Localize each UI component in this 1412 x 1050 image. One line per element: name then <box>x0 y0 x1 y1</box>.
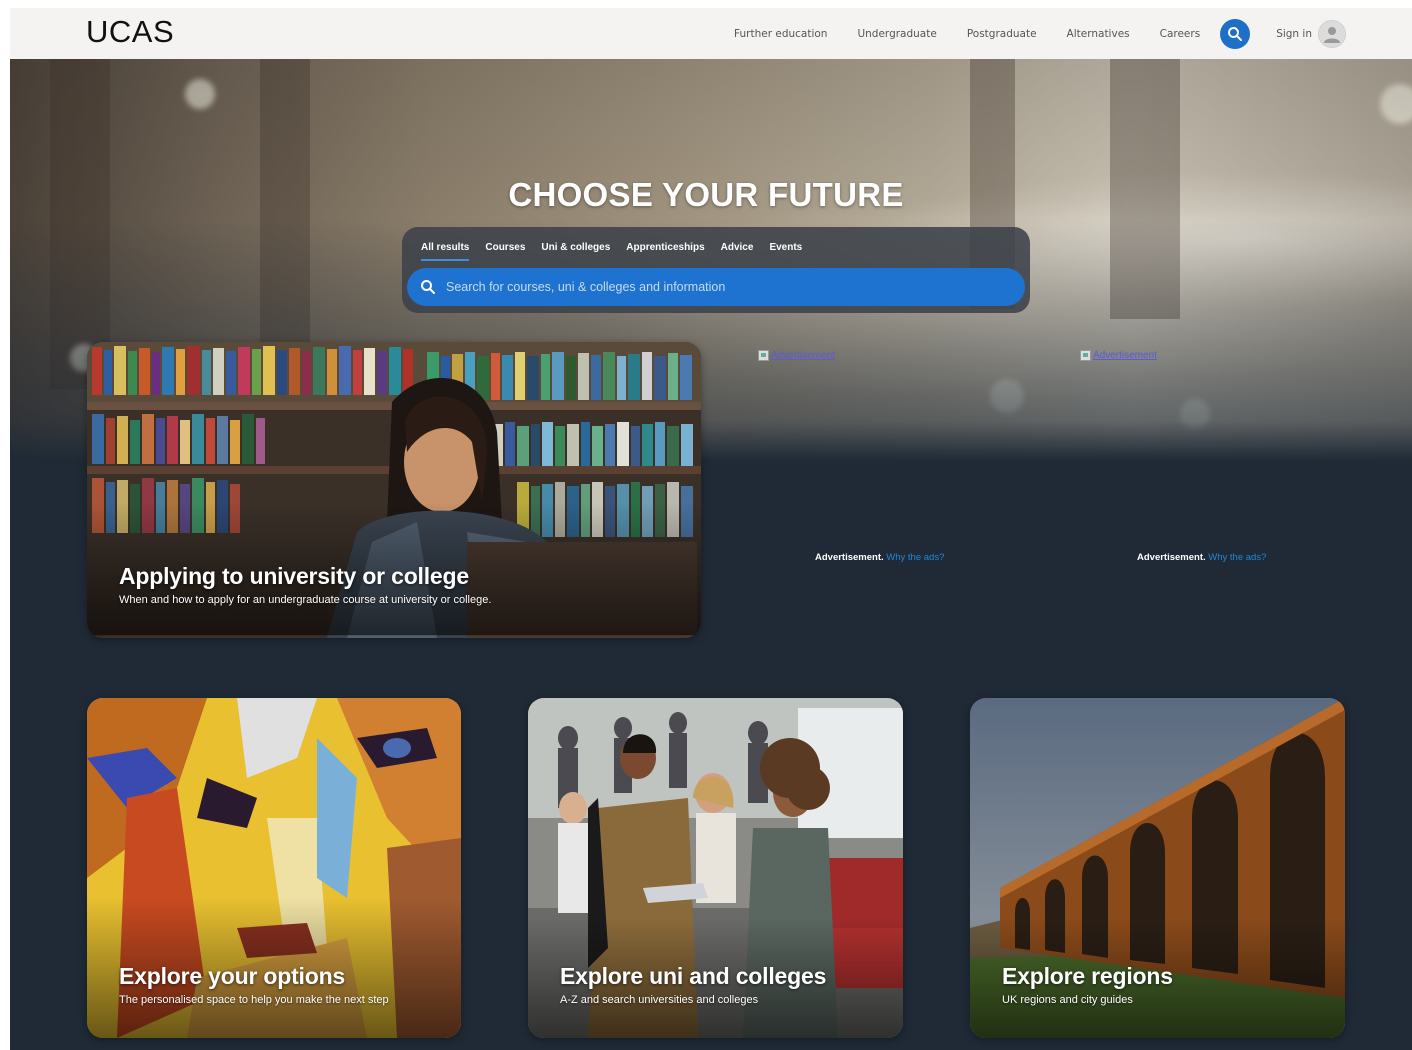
sign-in-label: Sign in <box>1276 27 1312 40</box>
broken-image-icon <box>758 350 769 361</box>
nav-careers[interactable]: Careers <box>1160 28 1201 40</box>
ucas-logo[interactable]: UCAS <box>86 14 174 50</box>
tab-uni-colleges[interactable]: Uni & colleges <box>541 242 610 261</box>
tab-all-results[interactable]: All results <box>421 242 470 261</box>
card-caption: Explore regions UK regions and city guid… <box>1002 963 1325 1006</box>
card-title: Explore your options <box>119 963 346 989</box>
sign-in-button[interactable]: Sign in <box>1276 19 1346 48</box>
card-caption: Applying to university or college When a… <box>119 563 681 606</box>
hero-title: CHOOSE YOUR FUTURE <box>508 176 904 213</box>
card-explore-regions[interactable]: Explore regions UK regions and city guid… <box>970 698 1345 1038</box>
advertisement-image-2[interactable]: Advertisement <box>1080 350 1157 361</box>
tab-apprenticeships[interactable]: Apprenticeships <box>626 242 704 261</box>
card-title: Applying to university or college <box>119 563 469 589</box>
card-subtitle: When and how to apply for an undergradua… <box>119 594 492 606</box>
card-subtitle: UK regions and city guides <box>1002 994 1133 1006</box>
user-avatar-icon <box>1318 19 1346 48</box>
advertisement-image-1[interactable]: Advertisement <box>758 350 835 361</box>
site-header: UCAS Further education Undergraduate Pos… <box>10 8 1412 59</box>
ad-alt-text: Advertisement <box>1093 350 1157 361</box>
nav-further-education[interactable]: Further education <box>734 28 827 40</box>
card-subtitle: A-Z and search universities and colleges <box>560 994 759 1006</box>
search-bar[interactable] <box>407 268 1025 306</box>
broken-image-icon <box>1080 350 1091 361</box>
why-ads-link[interactable]: Why the ads? <box>886 552 944 563</box>
card-caption: Explore your options The personalised sp… <box>119 963 441 1006</box>
card-subtitle: The personalised space to help you make … <box>119 994 389 1006</box>
ad-label-text: Advertisement. <box>1137 552 1206 563</box>
search-icon <box>1228 26 1243 41</box>
ad-label-1: Advertisement. Why the ads? <box>815 552 944 563</box>
card-title: Explore regions <box>1002 963 1173 989</box>
tab-events[interactable]: Events <box>769 242 802 261</box>
nav-alternatives[interactable]: Alternatives <box>1067 28 1130 40</box>
card-explore-unis[interactable]: Explore uni and colleges A-Z and search … <box>528 698 903 1038</box>
main-nav: Further education Undergraduate Postgrad… <box>704 8 1346 59</box>
tab-advice[interactable]: Advice <box>721 242 754 261</box>
search-panel: All results Courses Uni & colleges Appre… <box>402 227 1030 313</box>
card-title: Explore uni and colleges <box>560 963 827 989</box>
ad-label-2: Advertisement. Why the ads? <box>1137 552 1266 563</box>
search-icon <box>420 279 436 295</box>
search-input[interactable] <box>446 280 986 294</box>
card-caption: Explore uni and colleges A-Z and search … <box>560 963 883 1006</box>
ad-label-text: Advertisement. <box>815 552 884 563</box>
tab-courses[interactable]: Courses <box>485 242 525 261</box>
ad-alt-text: Advertisement <box>771 350 835 361</box>
page-frame: UCAS Further education Undergraduate Pos… <box>10 8 1412 1050</box>
header-search-button[interactable] <box>1220 18 1251 49</box>
card-explore-options[interactable]: Explore your options The personalised sp… <box>87 698 461 1038</box>
why-ads-link[interactable]: Why the ads? <box>1208 552 1266 563</box>
nav-postgraduate[interactable]: Postgraduate <box>967 28 1037 40</box>
search-tabs: All results Courses Uni & colleges Appre… <box>421 242 818 261</box>
card-applying[interactable]: Applying to university or college When a… <box>87 342 701 638</box>
nav-undergraduate[interactable]: Undergraduate <box>857 28 936 40</box>
